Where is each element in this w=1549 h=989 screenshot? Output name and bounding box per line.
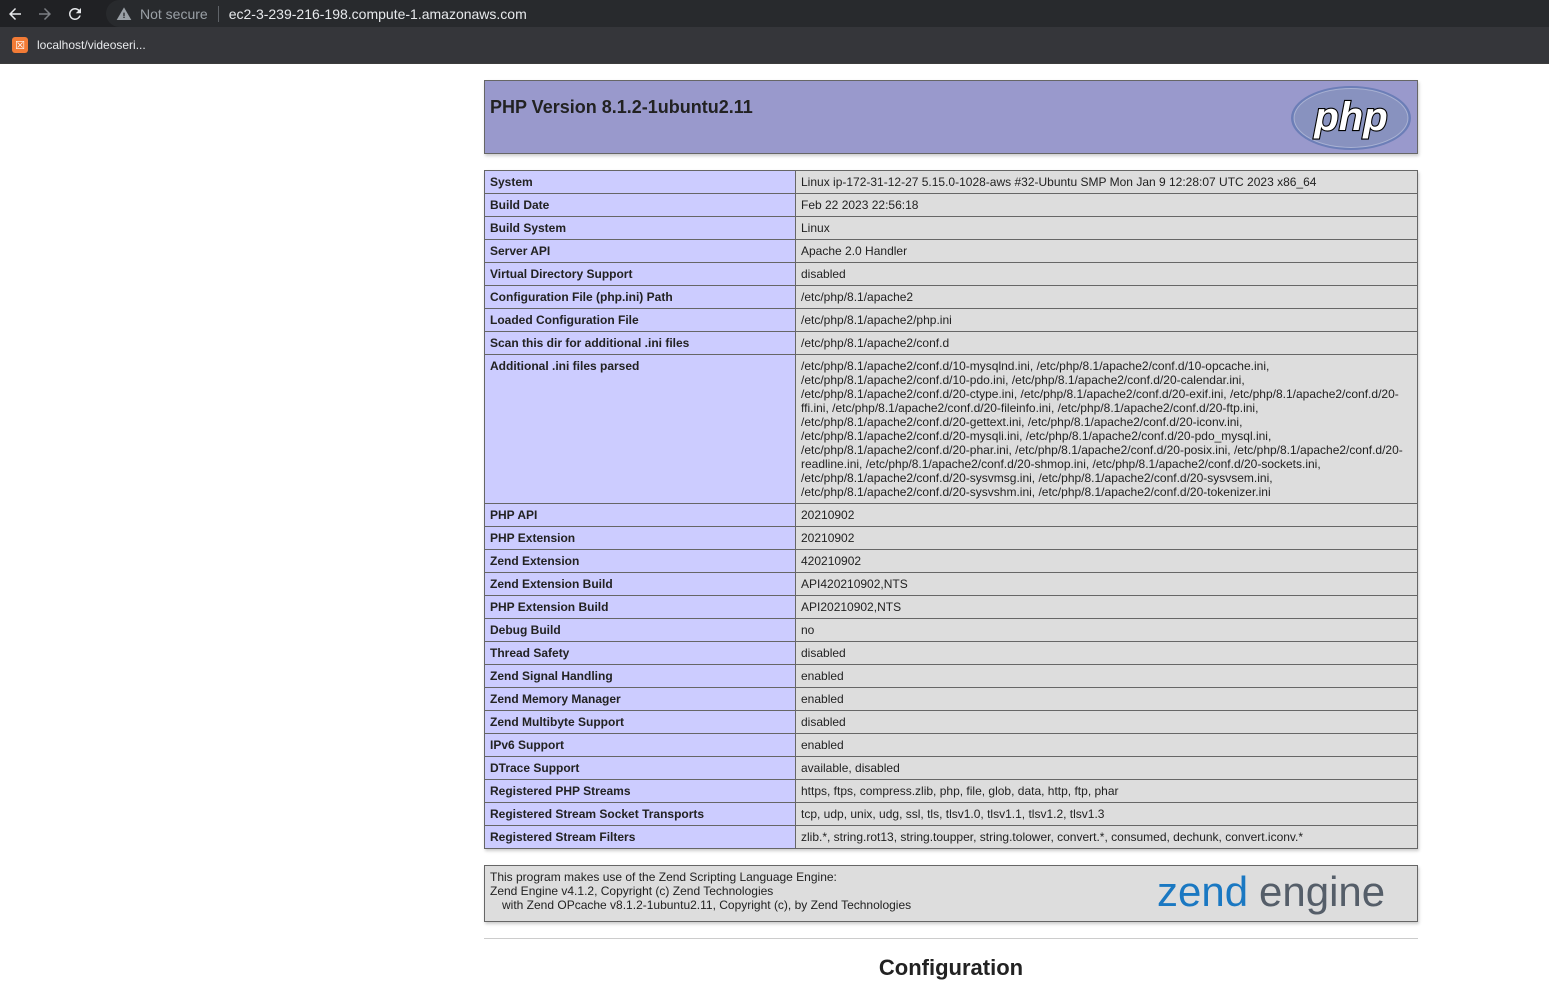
row-key: Thread Safety [484, 641, 796, 665]
table-row: Registered Stream Socket Transports tcp, … [484, 802, 1418, 826]
php-logo-text: php [1313, 95, 1387, 139]
table-row: IPv6 Support enabled [484, 733, 1418, 757]
table-row: System Linux ip-172-31-12-27 5.15.0-1028-… [484, 170, 1418, 194]
table-row: Scan this dir for additional .ini files /… [484, 331, 1418, 355]
xampp-favicon-icon: ☒ [12, 37, 28, 53]
table-row: Additional .ini files parsed/etc/php/8.1… [484, 354, 1418, 504]
phpinfo-page: PHP Version 8.1.2-1ubuntu2.11 php System… [484, 80, 1418, 981]
row-value: zlib.*, string.rot13, string.toupper, st… [795, 825, 1418, 849]
bookmark-localhost[interactable]: localhost/videoseri... [37, 38, 146, 52]
security-status[interactable]: Not secure [140, 6, 208, 22]
row-key: Additional .ini files parsed [484, 354, 796, 504]
table-row: Zend Extension 420210902 [484, 549, 1418, 573]
php-version-header: PHP Version 8.1.2-1ubuntu2.11 php [484, 80, 1418, 154]
table-row: Registered PHP Streams https, ftps, compr… [484, 779, 1418, 803]
row-value: disabled [795, 641, 1418, 665]
zend-engine-box: This program makes use of the Zend Scrip… [484, 865, 1418, 922]
table-row: Zend Multibyte Support disabled [484, 710, 1418, 734]
table-row: Server API Apache 2.0 Handler [484, 239, 1418, 263]
back-arrow-icon [9, 7, 21, 20]
row-key: Scan this dir for additional .ini files [484, 331, 796, 355]
table-row: Debug Build no [484, 618, 1418, 642]
row-key: Build System [484, 216, 796, 240]
table-row: Zend Extension Build API420210902,NTS [484, 572, 1418, 596]
row-value: disabled [795, 262, 1418, 286]
row-value: 20210902 [795, 526, 1418, 550]
reload-button[interactable] [60, 0, 90, 27]
reload-icon [68, 7, 81, 20]
php-logo-icon[interactable]: php [1290, 85, 1412, 151]
table-row: Loaded Configuration File/etc/php/8.1/ap… [484, 308, 1418, 332]
bookmarks-bar: ☒ localhost/videoseri... [0, 27, 1549, 64]
page-title: PHP Version 8.1.2-1ubuntu2.11 [490, 97, 753, 117]
row-key: System [484, 170, 796, 194]
address-bar[interactable]: Not secure ec2-3-239-216-198.compute-1.a… [106, 0, 1549, 27]
row-value: available, disabled [795, 756, 1418, 780]
row-key: Build Date [484, 193, 796, 217]
row-value: Linux ip-172-31-12-27 5.15.0-1028-aws #3… [795, 170, 1418, 194]
row-value: https, ftps, compress.zlib, php, file, g… [795, 779, 1418, 803]
row-key: PHP Extension [484, 526, 796, 550]
row-key: Loaded Configuration File [484, 308, 796, 332]
row-value: 420210902 [795, 549, 1418, 573]
forward-arrow-icon [39, 7, 51, 20]
row-value: API20210902,NTS [795, 595, 1418, 619]
back-button[interactable] [0, 0, 30, 27]
row-key: Zend Extension Build [484, 572, 796, 596]
row-key: Zend Extension [484, 549, 796, 573]
warning-icon[interactable] [116, 6, 132, 22]
row-key: Zend Multibyte Support [484, 710, 796, 734]
table-row: Virtual Directory Support disabled [484, 262, 1418, 286]
row-value: 20210902 [795, 503, 1418, 527]
table-row: Registered Stream Filters zlib.*, string.… [484, 825, 1418, 849]
row-key: Registered PHP Streams [484, 779, 796, 803]
row-key: PHP Extension Build [484, 595, 796, 619]
table-row: Zend Memory Manager enabled [484, 687, 1418, 711]
row-value: enabled [795, 733, 1418, 757]
row-value: Apache 2.0 Handler [795, 239, 1418, 263]
row-key: Virtual Directory Support [484, 262, 796, 286]
divider [484, 938, 1418, 939]
row-key: Server API [484, 239, 796, 263]
row-value: enabled [795, 687, 1418, 711]
row-value: enabled [795, 664, 1418, 688]
zend-logo-word: zend [1157, 870, 1248, 915]
row-value: Feb 22 2023 22:56:18 [795, 193, 1418, 217]
row-key: Zend Signal Handling [484, 664, 796, 688]
row-value: disabled [795, 710, 1418, 734]
row-key: Registered Stream Filters [484, 825, 796, 849]
table-row: Configuration File (php.ini) Path/etc/ph… [484, 285, 1418, 309]
table-row: PHP Extension Build API20210902,NTS [484, 595, 1418, 619]
engine-logo-word: engine [1259, 870, 1385, 915]
row-key: DTrace Support [484, 756, 796, 780]
row-key: PHP API [484, 503, 796, 527]
row-value: tcp, udp, unix, udg, ssl, tls, tlsv1.0, … [795, 802, 1418, 826]
row-value: /etc/php/8.1/apache2 [795, 285, 1418, 309]
url-text[interactable]: ec2-3-239-216-198.compute-1.amazonaws.co… [229, 6, 527, 22]
table-row: Thread Safety disabled [484, 641, 1418, 665]
table-row: Zend Signal Handling enabled [484, 664, 1418, 688]
row-key: Debug Build [484, 618, 796, 642]
row-value: API420210902,NTS [795, 572, 1418, 596]
address-separator [217, 5, 219, 22]
row-key: Configuration File (php.ini) Path [484, 285, 796, 309]
zend-engine-logo-icon[interactable]: zend engine [1157, 870, 1412, 918]
table-row: PHP Extension 20210902 [484, 526, 1418, 550]
table-row: DTrace Support available, disabled [484, 756, 1418, 780]
row-value: /etc/php/8.1/apache2/php.ini [795, 308, 1418, 332]
table-row: Build System Linux [484, 216, 1418, 240]
row-key: Zend Memory Manager [484, 687, 796, 711]
configuration-heading: Configuration [878, 955, 1024, 980]
row-key: IPv6 Support [484, 733, 796, 757]
browser-toolbar: Not secure ec2-3-239-216-198.compute-1.a… [0, 0, 1549, 27]
row-key: Registered Stream Socket Transports [484, 802, 796, 826]
row-value: no [795, 618, 1418, 642]
system-info-table: System Linux ip-172-31-12-27 5.15.0-1028-… [484, 170, 1418, 849]
row-value: /etc/php/8.1/apache2/conf.d/10-mysqlnd.i… [795, 354, 1418, 504]
forward-button[interactable] [30, 0, 60, 27]
row-value: /etc/php/8.1/apache2/conf.d [795, 331, 1418, 355]
table-row: PHP API 20210902 [484, 503, 1418, 527]
row-value: Linux [795, 216, 1418, 240]
table-row: Build Date Feb 22 2023 22:56:18 [484, 193, 1418, 217]
